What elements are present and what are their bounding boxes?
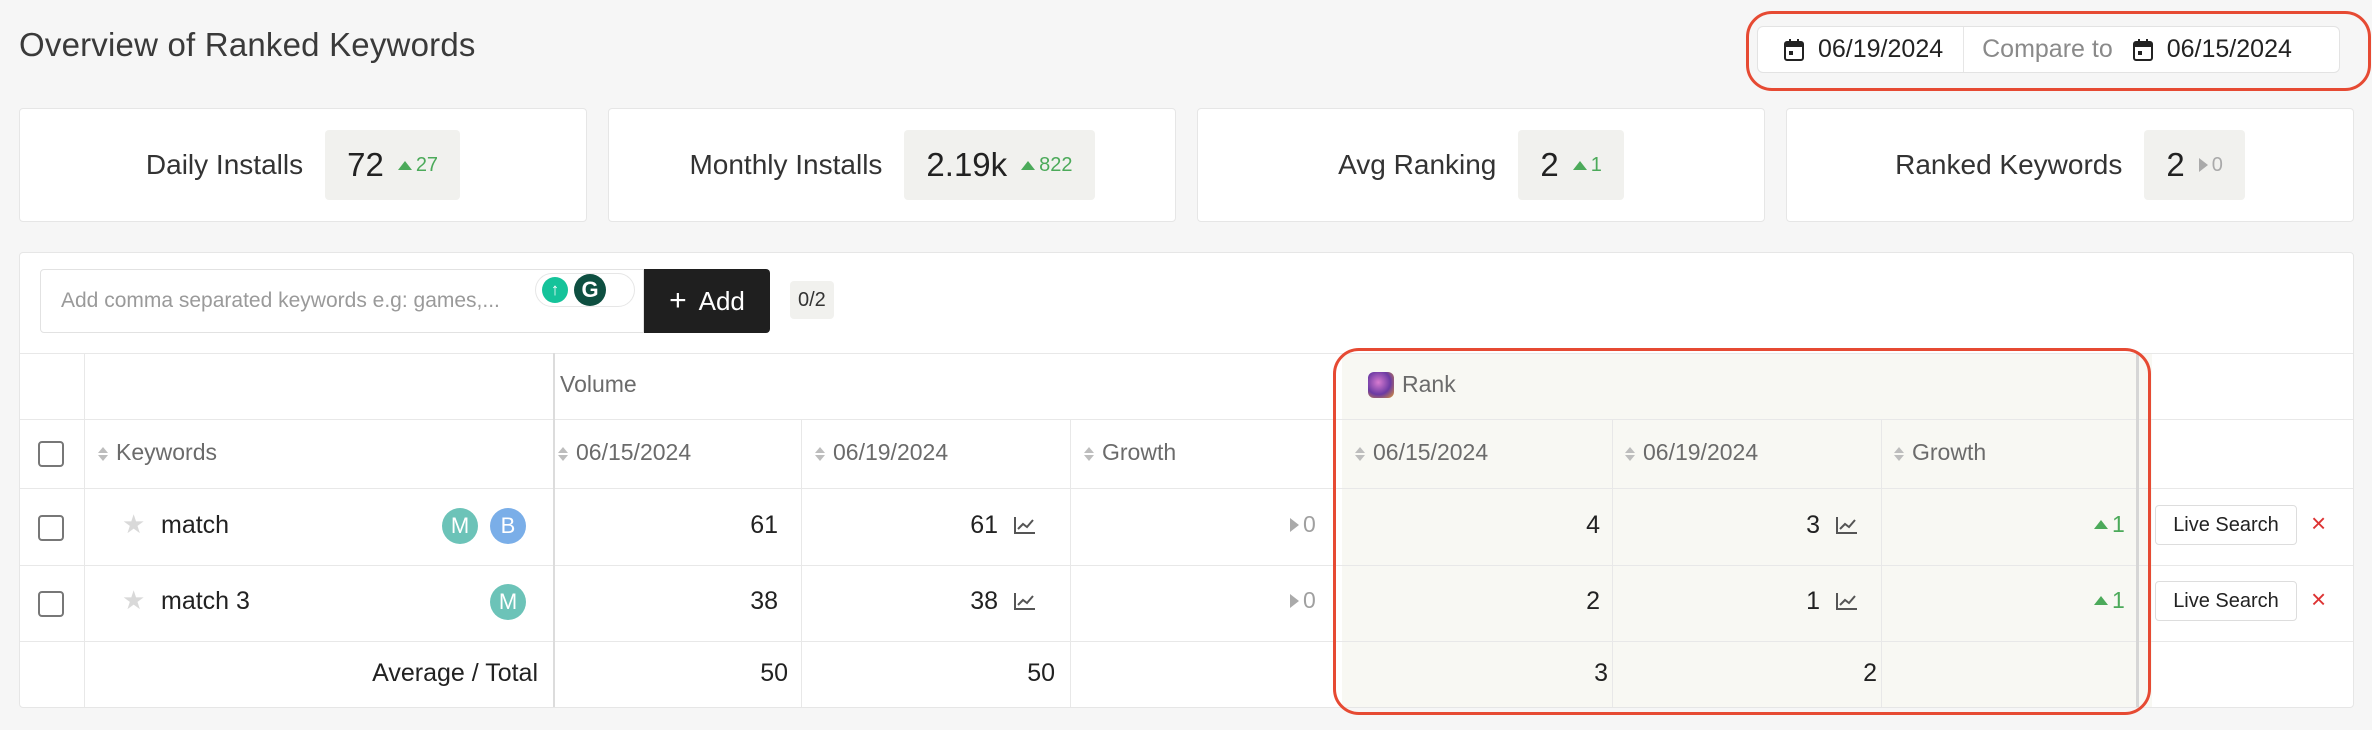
date-picker[interactable]: 06/19/2024 — [1758, 27, 1963, 72]
kpi-value-pill: 2.19k 822 — [904, 130, 1095, 200]
arrow-up-icon — [397, 160, 412, 170]
volume-prev: 61 — [750, 511, 778, 539]
kpi-value: 2.19k — [926, 146, 1008, 183]
volume-curr: 38 — [970, 587, 998, 615]
kpi-value-pill: 2 0 — [2144, 130, 2245, 200]
column-header-rank-prev[interactable]: 06/15/2024 — [1355, 439, 1488, 466]
column-header-volume-growth[interactable]: Growth — [1084, 439, 1176, 466]
sort-icon — [98, 446, 108, 461]
chart-icon[interactable] — [1014, 592, 1036, 610]
keyword-count-badge: 0/2 — [790, 281, 834, 319]
badge-m: M — [442, 508, 478, 544]
group-header-rank: Rank — [1368, 371, 1456, 398]
arrow-up-icon — [2094, 520, 2108, 529]
sort-icon — [1625, 446, 1635, 461]
select-all-checkbox[interactable] — [38, 441, 64, 467]
star-icon[interactable]: ★ — [122, 509, 145, 540]
kpi-delta: 0 — [2198, 154, 2223, 177]
kpi-label: Daily Installs — [145, 149, 304, 180]
volume-growth: 0 — [1290, 511, 1316, 538]
kpi-label: Monthly Installs — [689, 149, 883, 180]
sort-icon — [1355, 446, 1365, 461]
add-button-label: Add — [698, 285, 745, 316]
kpi-monthly-installs: Monthly Installs 2.19k 822 — [608, 108, 1176, 222]
delete-icon[interactable]: × — [2311, 584, 2326, 615]
date-value: 06/19/2024 — [1818, 35, 1944, 63]
column-header-rank-curr[interactable]: 06/19/2024 — [1625, 439, 1758, 466]
kpi-delta: 1 — [1572, 154, 1602, 177]
keyword-name: match 3 — [161, 587, 250, 615]
live-search-button[interactable]: Live Search — [2155, 581, 2297, 621]
column-header-volume-curr[interactable]: 06/19/2024 — [815, 439, 948, 466]
kpi-label: Avg Ranking — [1338, 149, 1497, 180]
arrow-up-icon — [2094, 596, 2108, 605]
rank-curr: 3 — [1806, 511, 1820, 539]
page-title: Overview of Ranked Keywords — [19, 26, 476, 63]
kpi-ranked-keywords: Ranked Keywords 2 0 — [1786, 108, 2354, 222]
arrow-right-icon — [2198, 158, 2208, 172]
kpi-delta: 27 — [397, 154, 438, 177]
kpi-avg-ranking: Avg Ranking 2 1 — [1197, 108, 1765, 222]
calendar-icon — [2132, 38, 2153, 61]
kpi-daily-installs: Daily Installs 72 27 — [19, 108, 587, 222]
column-header-volume-prev[interactable]: 06/15/2024 — [558, 439, 691, 466]
compare-date-picker[interactable]: 06/15/2024 — [2113, 27, 2312, 72]
keywords-panel: ↑ G + Add 0/2 Volume Rank Keywords 0 — [19, 252, 2354, 708]
volume-prev: 38 — [750, 587, 778, 615]
column-header-rank-growth[interactable]: Growth — [1894, 439, 1986, 466]
rank-prev: 2 — [1586, 587, 1600, 615]
delete-icon[interactable]: × — [2311, 508, 2326, 539]
add-button[interactable]: + Add — [644, 269, 770, 333]
chart-icon[interactable] — [1836, 516, 1858, 534]
badge-b: B — [490, 508, 526, 544]
kpi-value: 2 — [2166, 146, 2185, 183]
rank-growth: 1 — [2094, 511, 2125, 538]
chart-icon[interactable] — [1836, 592, 1858, 610]
arrow-up-icon — [1021, 160, 1036, 170]
footer-rank-curr: 2 — [1863, 659, 1877, 687]
sort-icon — [558, 446, 568, 461]
volume-curr: 61 — [970, 511, 998, 539]
kpi-value-pill: 72 27 — [325, 130, 461, 200]
footer-volume-prev: 50 — [760, 659, 788, 687]
kpi-value: 2 — [1540, 146, 1559, 183]
chart-icon[interactable] — [1014, 516, 1036, 534]
sort-icon — [1084, 446, 1094, 461]
footer-rank-prev: 3 — [1594, 659, 1608, 687]
rank-prev: 4 — [1586, 511, 1600, 539]
arrow-up-icon — [1572, 160, 1587, 170]
grammarly-icon[interactable]: G — [574, 274, 606, 306]
kpi-value: 72 — [347, 146, 384, 183]
kpi-label: Ranked Keywords — [1895, 149, 2123, 180]
rank-curr: 1 — [1806, 587, 1820, 615]
live-search-button[interactable]: Live Search — [2155, 505, 2297, 545]
plus-icon: + — [669, 284, 687, 317]
compare-date-value: 06/15/2024 — [2166, 35, 2292, 63]
date-range-picker[interactable]: 06/19/2024 Compare to 06/15/2024 — [1757, 26, 2340, 73]
grammarly-widget[interactable]: ↑ G — [535, 273, 635, 307]
compare-label: Compare to — [1982, 35, 2113, 63]
column-header-keywords[interactable]: Keywords — [98, 439, 217, 466]
star-icon[interactable]: ★ — [122, 585, 145, 616]
keyword-name: match — [161, 511, 230, 539]
sort-icon — [815, 446, 825, 461]
arrow-right-icon — [1290, 517, 1299, 532]
app-icon — [1368, 371, 1394, 398]
volume-growth: 0 — [1290, 587, 1316, 614]
sort-icon — [1894, 446, 1904, 461]
row-checkbox[interactable] — [38, 591, 64, 617]
lightbulb-icon[interactable]: ↑ — [542, 277, 568, 303]
kpi-value-pill: 2 1 — [1518, 130, 1624, 200]
footer-label: Average / Total — [372, 659, 538, 687]
badge-m: M — [490, 584, 526, 620]
row-checkbox[interactable] — [38, 515, 64, 541]
footer-volume-curr: 50 — [1027, 659, 1055, 687]
kpi-delta: 822 — [1021, 154, 1073, 177]
arrow-right-icon — [1290, 593, 1299, 608]
calendar-icon — [1784, 38, 1804, 61]
rank-growth: 1 — [2094, 587, 2125, 614]
group-header-volume: Volume — [560, 371, 637, 397]
